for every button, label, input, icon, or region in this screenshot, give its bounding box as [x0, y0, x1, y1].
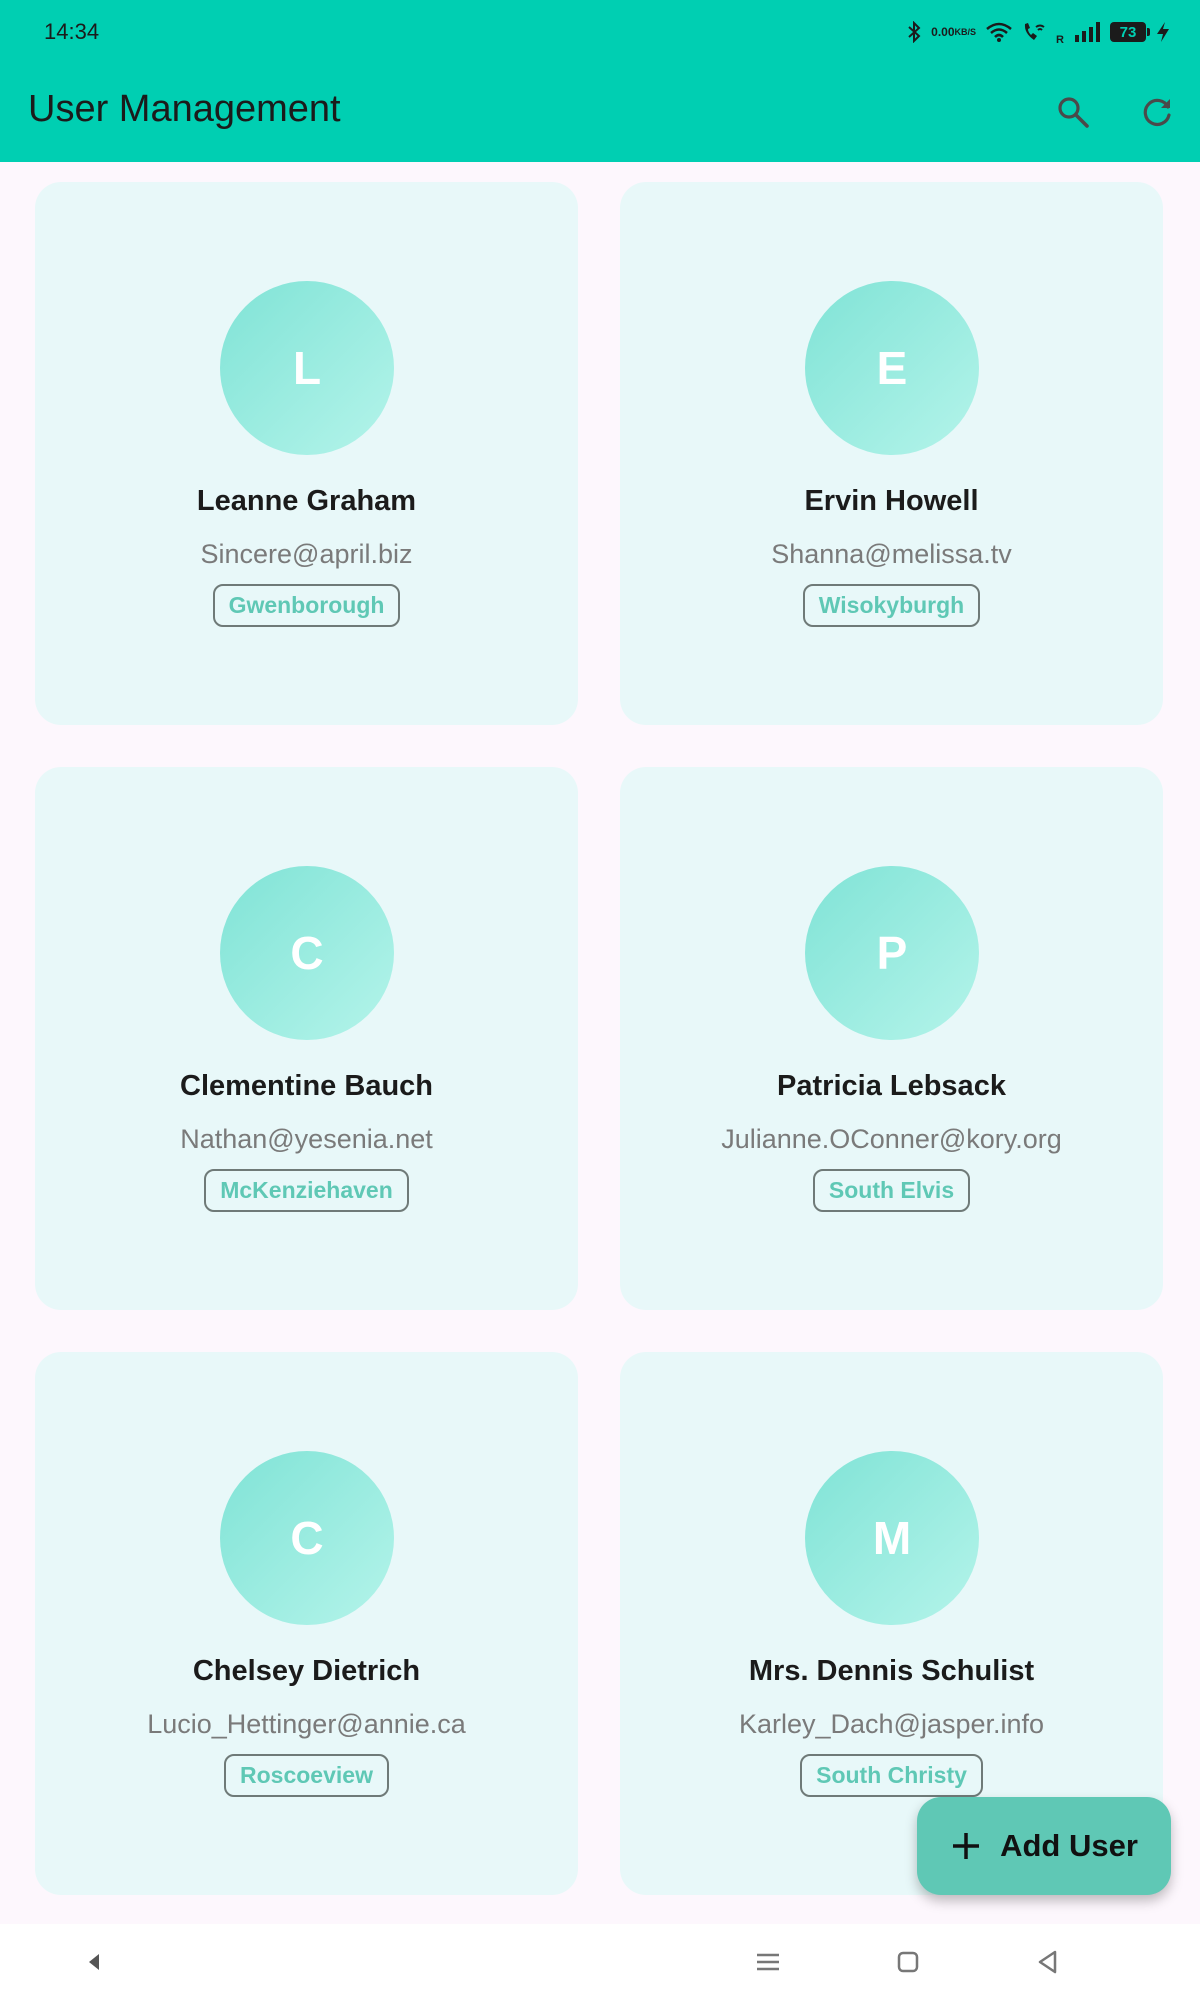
user-email: Julianne.OConner@kory.org [721, 1124, 1062, 1154]
avatar: P [805, 866, 979, 1040]
avatar-initial: P [876, 927, 908, 979]
avatar: L [220, 281, 394, 455]
user-name: Leanne Graham [196, 485, 417, 517]
battery-icon: 73 [1110, 22, 1150, 42]
city-chip: Wisokyburgh [802, 584, 981, 627]
user-email: Lucio_Hettinger@annie.ca [147, 1709, 466, 1739]
city-chip: South Elvis [812, 1169, 971, 1212]
nav-back-arrow-button[interactable] [76, 1944, 112, 1980]
nav-back-button[interactable] [1030, 1944, 1066, 1980]
avatar-initial: E [876, 342, 908, 394]
app-bar: 14:34 0.00 KB/S R 73 User Management [0, 0, 1200, 162]
user-email: Sincere@april.biz [200, 539, 413, 569]
nav-menu-button[interactable] [750, 1944, 786, 1980]
city-chip: South Christy [800, 1754, 983, 1797]
plus-icon [953, 1833, 980, 1859]
avatar-initial: C [290, 927, 324, 979]
home-icon [897, 1951, 919, 1973]
avatar: M [805, 1451, 979, 1625]
avatar: C [220, 866, 394, 1040]
user-grid: L Leanne Graham Sincere@april.biz Gwenbo… [35, 182, 1165, 1895]
search-icon [1058, 97, 1089, 128]
page-title: User Management [28, 88, 341, 130]
avatar-initial: C [290, 1512, 324, 1564]
avatar: E [805, 281, 979, 455]
status-time: 14:34 [44, 19, 100, 44]
system-nav-bar [0, 1924, 1200, 2000]
roaming-indicator: R [1056, 34, 1064, 46]
user-email: Nathan@yesenia.net [180, 1124, 433, 1154]
user-name: Clementine Bauch [180, 1070, 433, 1102]
nav-home-button[interactable] [890, 1944, 926, 1980]
net-speed-value: 0.00 [931, 24, 955, 39]
wifi-icon [986, 21, 1012, 43]
add-user-label: Add User [1000, 1828, 1138, 1863]
add-user-button[interactable]: Add User [917, 1797, 1171, 1895]
back-icon [1038, 1950, 1057, 1974]
user-email: Shanna@melissa.tv [771, 539, 1012, 569]
avatar-initial: M [872, 1512, 912, 1564]
user-email: Karley_Dach@jasper.info [738, 1709, 1045, 1739]
search-button[interactable] [1049, 88, 1097, 136]
charging-icon [1156, 21, 1170, 43]
net-speed-unit: KB/S [954, 26, 977, 37]
user-name: Ervin Howell [804, 485, 979, 517]
city-chip: Gwenborough [212, 584, 401, 627]
refresh-button[interactable] [1134, 88, 1182, 136]
user-card[interactable]: E Ervin Howell Shanna@melissa.tv Wisokyb… [620, 182, 1163, 725]
user-card[interactable]: C Chelsey Dietrich Lucio_Hettinger@annie… [35, 1352, 578, 1895]
user-name: Chelsey Dietrich [192, 1655, 421, 1687]
back-arrow-icon [89, 1954, 99, 1970]
wifi-call-icon [1022, 21, 1046, 43]
user-name: Patricia Lebsack [777, 1070, 1006, 1102]
network-speed: 0.00 KB/S [931, 24, 977, 39]
user-card[interactable]: P Patricia Lebsack Julianne.OConner@kory… [620, 767, 1163, 1310]
city-chip: Roscoeview [224, 1754, 389, 1797]
avatar-initial: L [292, 342, 322, 394]
status-icons: 0.00 KB/S R 73 [907, 18, 1170, 46]
battery-level: 73 [1119, 23, 1137, 41]
signal-icon [1074, 21, 1100, 43]
city-chip: McKenziehaven [204, 1169, 409, 1212]
status-bar: 14:34 0.00 KB/S R 73 [0, 0, 1200, 64]
bluetooth-icon [907, 21, 921, 43]
user-card[interactable]: L Leanne Graham Sincere@april.biz Gwenbo… [35, 182, 578, 725]
user-card[interactable]: C Clementine Bauch Nathan@yesenia.net Mc… [35, 767, 578, 1310]
user-name: Mrs. Dennis Schulist [748, 1655, 1035, 1687]
menu-icon [757, 1953, 779, 1971]
avatar: C [220, 1451, 394, 1625]
refresh-icon [1143, 98, 1171, 126]
